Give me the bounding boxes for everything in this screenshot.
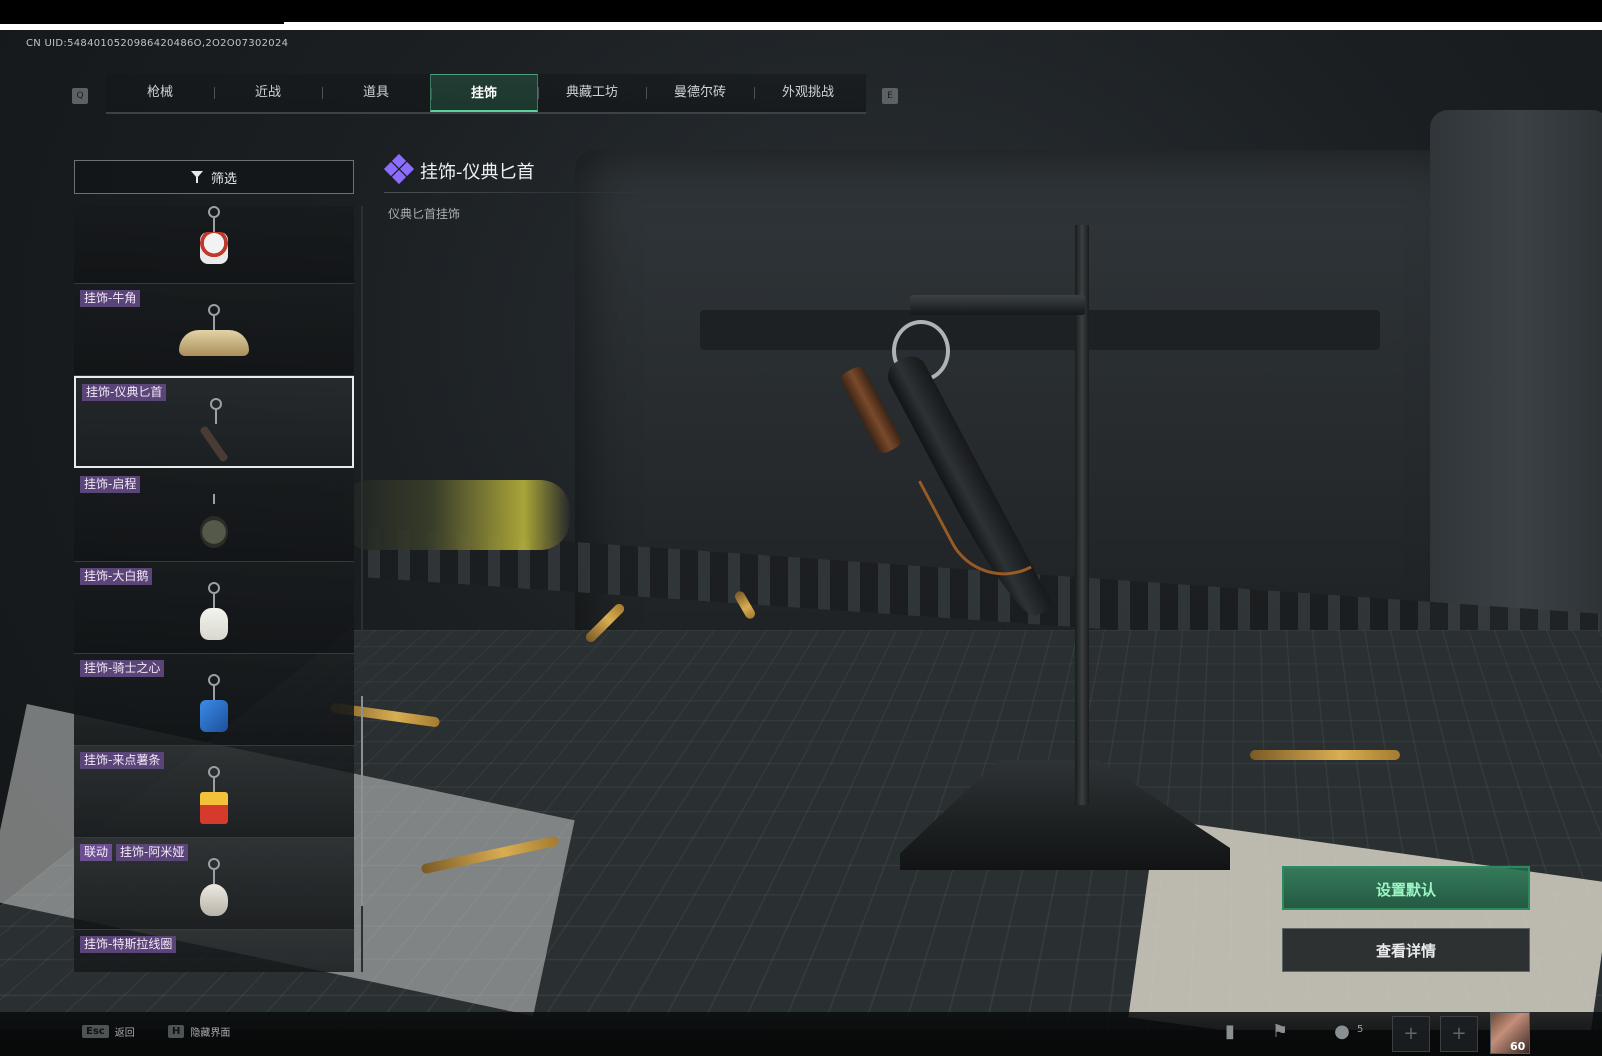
tab-guns[interactable]: 枪械	[106, 74, 214, 112]
amiya-charm-icon	[194, 858, 234, 922]
prev-tab-key[interactable]: Q	[72, 88, 88, 104]
tab-mandel-brick[interactable]: 曼德尔砖	[646, 74, 754, 112]
category-tabs: Q 枪械 近战 道具 挂饰 典藏工坊 曼德尔砖 外观挑战 E	[72, 74, 902, 114]
tab-charms[interactable]: 挂饰	[430, 74, 538, 112]
tab-bar: 枪械 近战 道具 挂饰 典藏工坊 曼德尔砖 外观挑战	[106, 74, 866, 114]
filter-button[interactable]: 筛选	[74, 160, 354, 194]
charm-list[interactable]: 挂饰-牛角 挂饰-仪典匕首 挂饰-启程 挂饰-大白鹅 挂饰-骑士之心 挂饰-来点…	[74, 206, 354, 972]
avatar-level: 60	[1510, 1040, 1525, 1053]
top-bar	[0, 0, 1602, 34]
hide-ui-hint[interactable]: H 隐藏界面	[168, 1024, 230, 1039]
list-item[interactable]: 联动 挂饰-阿米娅	[74, 838, 354, 930]
item-label: 挂饰-特斯拉线圈	[80, 936, 176, 953]
next-tab-key[interactable]: E	[882, 88, 898, 104]
filter-icon	[191, 170, 205, 184]
item-label: 挂饰-来点薯条	[80, 752, 164, 769]
user-uid: CN UID:5484010520986420486O,2O2O07302024	[26, 38, 288, 49]
tab-melee[interactable]: 近战	[214, 74, 322, 112]
back-hint[interactable]: Esc 返回	[82, 1024, 135, 1039]
party-slot-add[interactable]: +	[1440, 1016, 1478, 1052]
list-item[interactable]: 挂饰-大白鹅	[74, 562, 354, 654]
stats-icon[interactable]: ▮	[1218, 1020, 1242, 1044]
goose-charm-icon	[194, 582, 234, 646]
view-details-button[interactable]: 查看详情	[1282, 928, 1530, 972]
list-item[interactable]: 挂饰-来点薯条	[74, 746, 354, 838]
tab-collection-workshop[interactable]: 典藏工坊	[538, 74, 646, 112]
item-label: 挂饰-大白鹅	[80, 568, 152, 585]
hide-ui-label: 隐藏界面	[190, 1024, 230, 1039]
rarity-diamond-icon	[386, 156, 412, 182]
filter-label: 筛选	[211, 168, 237, 187]
list-item-selected[interactable]: 挂饰-仪典匕首	[74, 376, 354, 468]
collab-badge: 联动	[80, 844, 112, 861]
party-slot-add[interactable]: +	[1392, 1016, 1430, 1052]
bull-horn-charm-icon	[169, 304, 259, 368]
flag-icon[interactable]: ⚑	[1268, 1020, 1292, 1044]
esc-key: Esc	[82, 1025, 109, 1038]
item-label: 挂饰-骑士之心	[80, 660, 164, 677]
friends-icon[interactable]: ●	[1330, 1020, 1354, 1044]
item-subtitle: 仪典匕首挂饰	[388, 205, 460, 222]
dagger-charm-icon	[196, 398, 236, 462]
list-scrollbar[interactable]	[361, 206, 363, 972]
spray-can	[340, 480, 570, 550]
set-default-button[interactable]: 设置默认	[1282, 866, 1530, 910]
list-item[interactable]	[74, 206, 354, 284]
scrollbar-thumb[interactable]	[361, 696, 363, 906]
list-item[interactable]: 挂饰-牛角	[74, 284, 354, 376]
fries-charm-icon	[194, 766, 234, 830]
item-label: 挂饰-牛角	[80, 290, 140, 307]
display-stand-arm	[910, 295, 1085, 315]
bullet	[1250, 750, 1400, 760]
item-title: 挂饰-仪典匕首	[420, 158, 535, 184]
back-label: 返回	[115, 1024, 135, 1039]
triangle-badge-charm-icon	[194, 490, 234, 554]
list-item[interactable]: 挂饰-特斯拉线圈	[74, 930, 354, 972]
list-item[interactable]: 挂饰-启程	[74, 470, 354, 562]
h-key: H	[168, 1025, 184, 1038]
snowman-charm-icon	[194, 206, 234, 270]
tab-items[interactable]: 道具	[322, 74, 430, 112]
item-label: 挂饰-阿米娅	[116, 844, 188, 861]
list-item[interactable]: 挂饰-骑士之心	[74, 654, 354, 746]
tab-appearance-challenge[interactable]: 外观挑战	[754, 74, 862, 112]
item-label: 挂饰-仪典匕首	[82, 384, 166, 401]
window-strip	[0, 22, 1602, 30]
case-ridge	[700, 310, 1380, 350]
knight-heart-charm-icon	[194, 674, 234, 738]
item-label: 挂饰-启程	[80, 476, 140, 493]
title-divider	[384, 192, 654, 193]
friend-count: 5	[1357, 1024, 1363, 1035]
